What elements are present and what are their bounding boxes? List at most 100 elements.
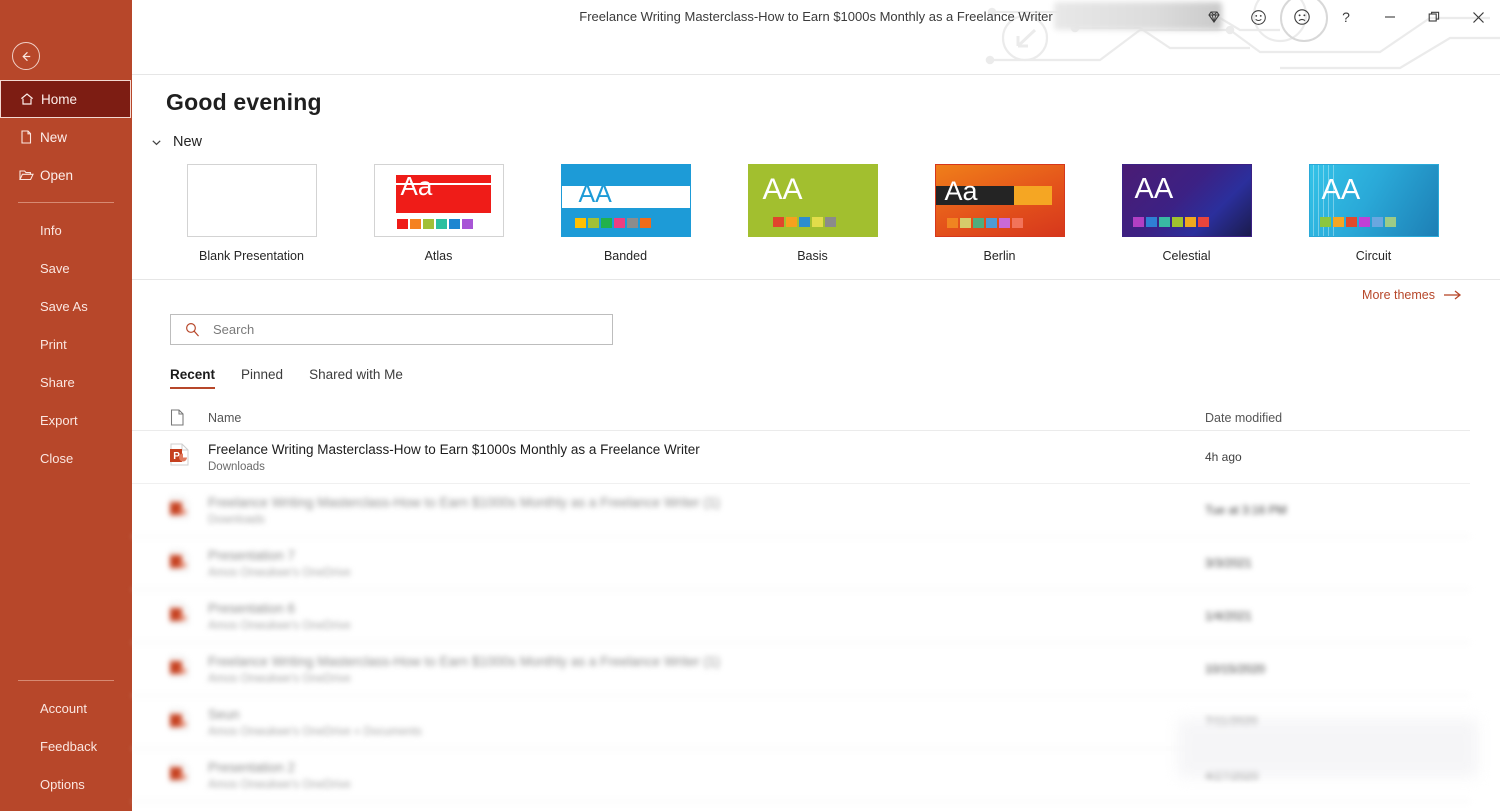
new-section-toggle[interactable]: New (132, 116, 1500, 150)
theme-banded[interactable]: AA Banded (532, 164, 719, 263)
more-themes-link[interactable]: More themes (1362, 288, 1462, 302)
theme-atlas[interactable]: Aa Atlas (345, 164, 532, 263)
sidebar-item-print[interactable]: Print (0, 325, 132, 363)
sidebar-item-label: Save (40, 261, 70, 276)
search-input[interactable] (213, 322, 593, 337)
close-button[interactable] (1456, 1, 1500, 33)
sidebar-item-share[interactable]: Share (0, 363, 132, 401)
feedback-smiley-button[interactable] (1236, 1, 1280, 33)
table-row[interactable]: Seun Amos Onwukwe's OneDrive » Documents… (132, 696, 1470, 749)
more-themes-label: More themes (1362, 288, 1435, 302)
file-location: Amos Onwukwe's OneDrive » Documents (208, 726, 1470, 738)
sidebar-primary-nav: Home New Open (0, 80, 132, 477)
help-button[interactable]: ? (1324, 1, 1368, 33)
home-icon (19, 91, 41, 107)
sidebar-item-label: Account (40, 701, 87, 716)
sidebar-item-save-as[interactable]: Save As (0, 287, 132, 325)
file-meta: Presentation 7 Amos Onwukwe's OneDrive (208, 547, 1470, 579)
file-name: Freelance Writing Masterclass-How to Ear… (208, 653, 1470, 671)
sidebar-item-label: Save As (40, 299, 88, 314)
page-title: Good evening (132, 75, 1500, 116)
table-row[interactable]: Freelance Writing Masterclass-How to Ear… (132, 484, 1470, 537)
restore-button[interactable] (1412, 1, 1456, 33)
title-bar: Freelance Writing Masterclass-How to Ear… (132, 0, 1500, 75)
sidebar-item-label: New (40, 130, 67, 145)
sidebar-item-open[interactable]: Open (0, 156, 132, 194)
theme-thumbnail: Aa (374, 164, 504, 237)
file-name: Seun (208, 706, 1470, 724)
column-header-date-modified: Date modified (1205, 411, 1282, 425)
account-button[interactable] (1280, 1, 1324, 33)
search-icon (171, 321, 213, 338)
diamond-icon (1206, 9, 1222, 25)
sidebar-item-feedback[interactable]: Feedback (0, 727, 132, 765)
tab-pinned[interactable]: Pinned (241, 367, 283, 389)
file-location: Amos Onwukwe's OneDrive (208, 779, 1470, 791)
file-list-header: Name Date modified (132, 405, 1470, 431)
tab-label: Shared with Me (309, 367, 403, 382)
theme-blank-presentation[interactable]: Blank Presentation (158, 164, 345, 263)
tab-label: Recent (170, 367, 215, 382)
file-meta: Seun Amos Onwukwe's OneDrive » Documents (208, 706, 1470, 738)
sidebar-item-info[interactable]: Info (0, 211, 132, 249)
powerpoint-backstage: Home New Open (0, 0, 1500, 811)
sidebar-item-options[interactable]: Options (0, 765, 132, 803)
smiley-icon (1250, 9, 1267, 26)
restore-icon (1428, 11, 1440, 23)
file-meta: Freelance Writing Masterclass-How to Ear… (208, 653, 1470, 685)
more-themes-row: More themes (132, 280, 1500, 314)
tab-shared-with-me[interactable]: Shared with Me (309, 367, 403, 389)
table-row[interactable]: Presentation 6 Amos Onwukwe's OneDrive 1… (132, 590, 1470, 643)
powerpoint-file-icon (170, 602, 208, 630)
file-location: Amos Onwukwe's OneDrive (208, 620, 1470, 632)
theme-thumbnail (187, 164, 317, 237)
file-list-body: P Freelance Writing Masterclass-How to E… (132, 431, 1500, 802)
theme-celestial[interactable]: AA Celestial (1093, 164, 1280, 263)
file-location: Amos Onwukwe's OneDrive (208, 673, 1470, 685)
sidebar-item-home[interactable]: Home (0, 80, 131, 118)
theme-basis[interactable]: AA Basis (719, 164, 906, 263)
file-location: Downloads (208, 461, 1470, 473)
sidebar-item-label: Close (40, 451, 73, 466)
theme-berlin[interactable]: Aa Berlin (906, 164, 1093, 263)
table-row[interactable]: Presentation 7 Amos Onwukwe's OneDrive 3… (132, 537, 1470, 590)
new-section-label: New (173, 134, 202, 150)
account-icon (1293, 8, 1311, 26)
file-meta: Presentation 6 Amos Onwukwe's OneDrive (208, 600, 1470, 632)
sidebar-item-account[interactable]: Account (0, 689, 132, 727)
theme-label: Atlas (425, 249, 453, 263)
theme-label: Banded (604, 249, 647, 263)
table-row[interactable]: Freelance Writing Masterclass-How to Ear… (132, 643, 1470, 696)
tab-recent[interactable]: Recent (170, 367, 215, 389)
backstage-content: Freelance Writing Masterclass-How to Ear… (132, 0, 1500, 811)
sidebar-item-label: Export (40, 413, 78, 428)
minimize-button[interactable] (1368, 1, 1412, 33)
file-date-modified: 1/4/2021 (1205, 609, 1252, 623)
sidebar-item-label: Feedback (40, 739, 97, 754)
theme-label: Celestial (1163, 249, 1211, 263)
back-button[interactable] (12, 42, 40, 70)
file-date-modified: 7/11/2020 (1205, 715, 1258, 729)
sidebar-item-label: Share (40, 375, 75, 390)
file-date-modified: 3/3/2021 (1205, 556, 1252, 570)
sidebar-item-close[interactable]: Close (0, 439, 132, 477)
premium-button[interactable] (1192, 1, 1236, 33)
theme-thumbnail: Aa (935, 164, 1065, 237)
sidebar-item-new[interactable]: New (0, 118, 132, 156)
table-row[interactable]: Presentation 2 Amos Onwukwe's OneDrive 4… (132, 749, 1470, 802)
close-icon (1472, 11, 1485, 24)
powerpoint-file-icon (170, 655, 208, 683)
sidebar-item-export[interactable]: Export (0, 401, 132, 439)
recent-files-list: Name Date modified P (132, 389, 1500, 802)
powerpoint-file-icon: P (170, 443, 208, 471)
search-box[interactable] (170, 314, 613, 345)
title-bar-controls: ? (1192, 0, 1500, 34)
sidebar-item-label: Options (40, 777, 85, 792)
theme-thumbnail: AA (1122, 164, 1252, 237)
file-name: Freelance Writing Masterclass-How to Ear… (208, 441, 1470, 459)
table-row[interactable]: P Freelance Writing Masterclass-How to E… (132, 431, 1470, 484)
theme-gallery: Blank Presentation Aa Atlas (132, 150, 1500, 280)
sidebar-item-save[interactable]: Save (0, 249, 132, 287)
chevron-down-icon (150, 136, 163, 149)
theme-circuit[interactable]: AA Circuit (1280, 164, 1467, 263)
